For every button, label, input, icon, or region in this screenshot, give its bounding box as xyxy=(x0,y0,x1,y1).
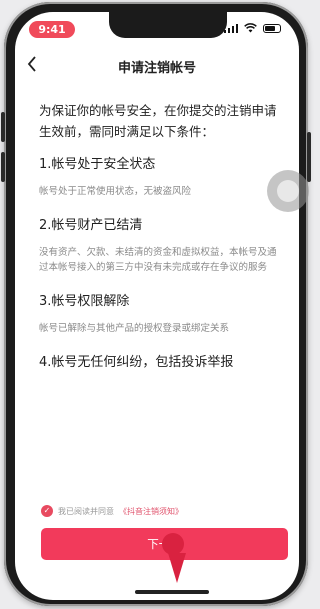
volume-down-button xyxy=(1,152,5,182)
nav-bar: 申请注销帐号 xyxy=(15,54,299,78)
agreement-text: 我已阅读并同意 xyxy=(58,506,114,516)
condition-desc: 帐号已解除与其他产品的授权登录或绑定关系 xyxy=(39,323,230,334)
power-button xyxy=(307,132,311,182)
wifi-icon xyxy=(244,23,257,33)
condition-title: 4.帐号无任何纠纷，包括投诉举报 xyxy=(39,355,234,370)
signal-icon xyxy=(223,23,238,33)
checkmark-icon[interactable]: ✓ xyxy=(41,505,53,517)
notch xyxy=(109,12,227,38)
intro-text: 为保证你的帐号安全，在你提交的注销申请生效前，需同时满足以下条件： xyxy=(39,103,277,139)
status-icons xyxy=(223,23,281,33)
condition-title: 3.帐号权限解除 xyxy=(39,294,130,309)
condition-title: 1.帐号处于安全状态 xyxy=(39,157,156,172)
touch-pointer-tail xyxy=(168,553,186,583)
condition-desc: 帐号处于正常使用状态，无被盗风险 xyxy=(39,186,192,197)
agreement-row: ✓ 我已阅读并同意 《抖音注销须知》 xyxy=(41,505,183,517)
page-title: 申请注销帐号 xyxy=(117,61,196,76)
condition-title: 2.帐号财产已结清 xyxy=(39,218,143,233)
condition-desc: 没有资产、欠款、未结清的资金和虚拟权益，本帐号及通过本帐号接入的第三方中没有未完… xyxy=(39,247,277,273)
home-indicator xyxy=(135,590,209,594)
agreement-link[interactable]: 《抖音注销须知》 xyxy=(119,506,183,517)
volume-up-button xyxy=(1,112,5,142)
assistive-touch-button[interactable] xyxy=(267,170,309,212)
status-time: 9:41 xyxy=(29,21,75,38)
battery-icon xyxy=(263,23,281,33)
conditions-content: 为保证你的帐号安全，在你提交的注销申请生效前，需同时满足以下条件： 1.帐号处于… xyxy=(39,100,285,382)
touch-pointer-icon xyxy=(162,533,184,555)
